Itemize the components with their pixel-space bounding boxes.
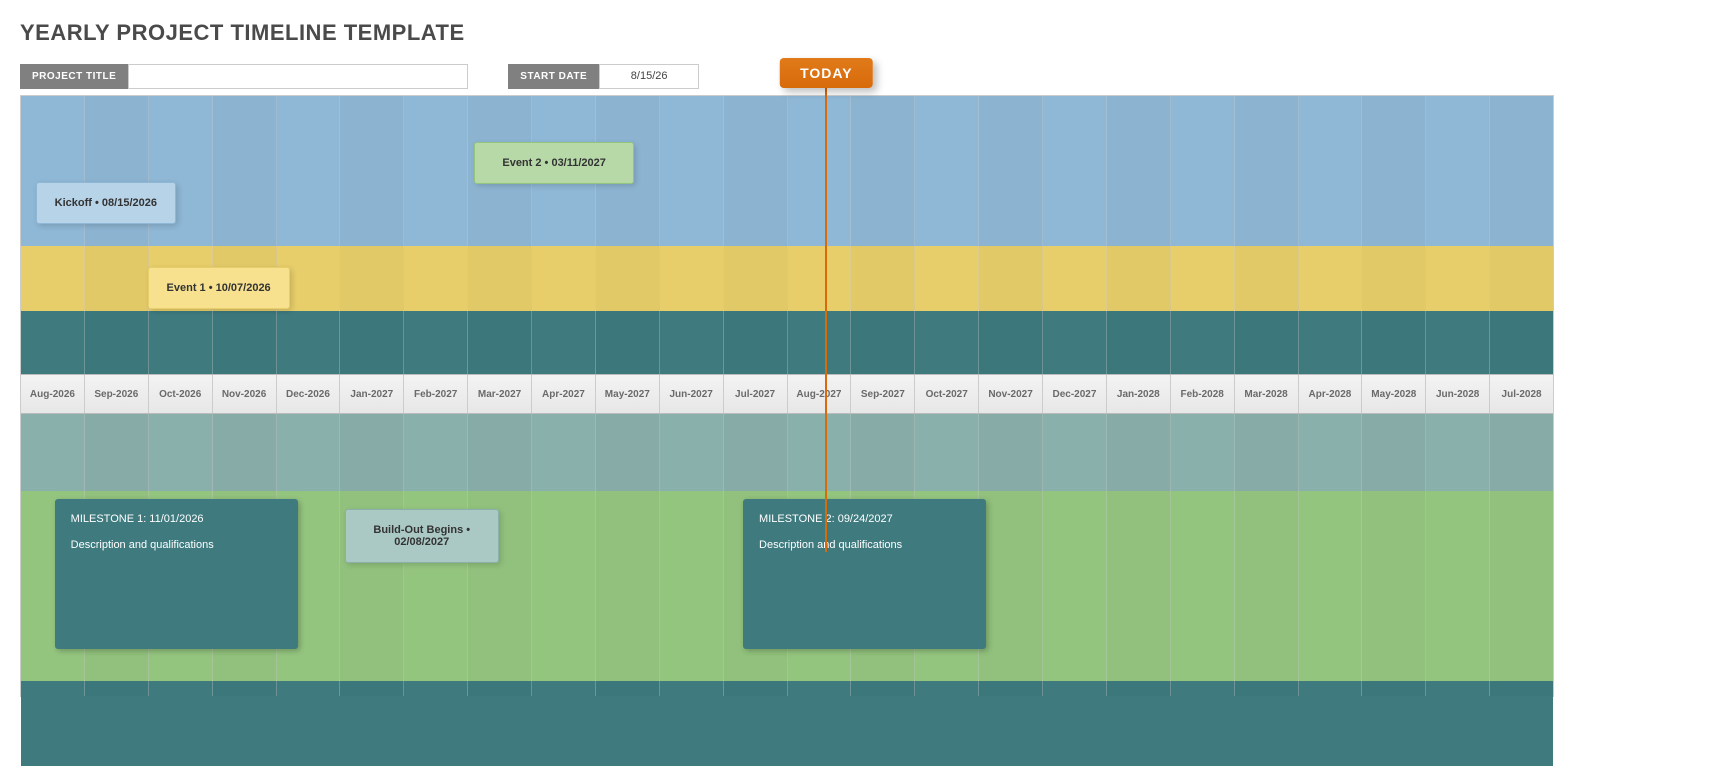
month-tick: Dec-2026	[277, 375, 341, 413]
event-buildout[interactable]: Build-Out Begins • 02/08/2027	[345, 509, 499, 563]
milestone-desc: Description and qualifications	[71, 539, 282, 551]
project-title-input[interactable]	[128, 64, 468, 89]
month-tick: Dec-2027	[1043, 375, 1107, 413]
today-line	[825, 86, 827, 552]
month-tick: Jun-2027	[660, 375, 724, 413]
page-title: YEARLY PROJECT TIMELINE TEMPLATE	[20, 20, 1698, 46]
month-tick: Aug-2026	[21, 375, 85, 413]
month-tick: Mar-2027	[468, 375, 532, 413]
project-title-group: PROJECT TITLE	[20, 64, 468, 89]
chart-area: Aug-2026Sep-2026Oct-2026Nov-2026Dec-2026…	[21, 96, 1553, 696]
start-date-group: START DATE 8/15/26	[508, 64, 699, 89]
month-tick: Feb-2027	[404, 375, 468, 413]
timeline: Aug-2026Sep-2026Oct-2026Nov-2026Dec-2026…	[20, 95, 1554, 697]
month-tick: Jul-2027	[724, 375, 788, 413]
month-tick: Nov-2026	[213, 375, 277, 413]
event-bubble: MILESTONE 1: 11/01/2026 Description and q…	[55, 499, 298, 649]
event-event2[interactable]: Event 2 • 03/11/2027	[474, 142, 634, 184]
month-tick: Jan-2028	[1107, 375, 1171, 413]
milestone-desc: Description and qualifications	[759, 539, 970, 551]
month-tick: Feb-2028	[1171, 375, 1235, 413]
month-tick: Jan-2027	[340, 375, 404, 413]
event-event1[interactable]: Event 1 • 10/07/2026	[148, 267, 290, 309]
month-tick: Sep-2026	[85, 375, 149, 413]
event-milestone2[interactable]: MILESTONE 2: 09/24/2027 Description and q…	[743, 499, 986, 649]
project-title-label: PROJECT TITLE	[20, 64, 128, 89]
month-tick: Sep-2027	[851, 375, 915, 413]
event-bubble: Build-Out Begins • 02/08/2027	[345, 509, 499, 563]
month-tick: Nov-2027	[979, 375, 1043, 413]
month-tick: Oct-2027	[915, 375, 979, 413]
start-date-input[interactable]: 8/15/26	[599, 64, 699, 89]
today-marker: TODAY	[780, 58, 872, 88]
month-tick: Oct-2026	[149, 375, 213, 413]
month-tick: Apr-2028	[1299, 375, 1363, 413]
month-tick: Mar-2028	[1235, 375, 1299, 413]
event-milestone1[interactable]: MILESTONE 1: 11/01/2026 Description and q…	[55, 499, 298, 649]
milestone-title: MILESTONE 2: 09/24/2027	[759, 513, 970, 525]
month-tick: May-2027	[596, 375, 660, 413]
event-kickoff[interactable]: Kickoff • 08/15/2026	[36, 182, 176, 224]
event-bubble: MILESTONE 2: 09/24/2027 Description and q…	[743, 499, 986, 649]
start-date-label: START DATE	[508, 64, 599, 89]
month-tick: Jul-2028	[1490, 375, 1553, 413]
event-bubble: Event 1 • 10/07/2026	[148, 267, 290, 309]
month-tick: Apr-2027	[532, 375, 596, 413]
month-tick: Jun-2028	[1426, 375, 1490, 413]
month-axis: Aug-2026Sep-2026Oct-2026Nov-2026Dec-2026…	[21, 374, 1553, 414]
event-bubble: Kickoff • 08/15/2026	[36, 182, 176, 224]
month-tick: May-2028	[1362, 375, 1426, 413]
month-tick: Aug-2027	[788, 375, 852, 413]
milestone-title: MILESTONE 1: 11/01/2026	[71, 513, 282, 525]
event-bubble: Event 2 • 03/11/2027	[474, 142, 634, 184]
